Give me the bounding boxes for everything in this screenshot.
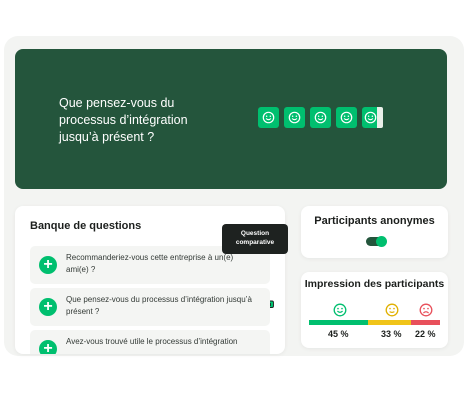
impression-segment-neutral [367, 320, 412, 325]
smiley-icon[interactable] [336, 107, 357, 128]
survey-question-preview: Que pensez-vous du processus d’intégrati… [15, 49, 447, 189]
happy-face-icon [333, 303, 347, 317]
toggle-knob [376, 236, 387, 247]
impression-segment-sad [411, 320, 440, 325]
sad-face-icon [419, 303, 433, 317]
impression-title: Impression des participants [304, 278, 445, 290]
question-bank-item-text: Que pensez-vous du processus d’intégrati… [66, 295, 252, 316]
smiley-icon[interactable] [362, 107, 383, 128]
question-bank-item-text: Avez-vous trouvé utile le processus d’in… [66, 337, 238, 346]
question-bank-title: Banque de questions [30, 220, 142, 232]
plus-icon[interactable]: + [39, 298, 57, 316]
neutral-face-icon [385, 303, 399, 317]
question-bank-item[interactable]: + Avez-vous trouvé utile le processus d’… [30, 330, 270, 354]
question-bank-item[interactable]: + Que pensez-vous du processus d’intégra… [30, 288, 270, 326]
plus-icon[interactable]: + [39, 256, 57, 274]
impression-percent-happy: 45 % [328, 329, 349, 339]
impression-bar [309, 320, 440, 325]
participant-impression-card: Impression des participants 45 % 33 % 22… [301, 272, 448, 348]
smiley-icon[interactable] [258, 107, 279, 128]
impression-percent-sad: 22 % [415, 329, 436, 339]
rating-scale [258, 107, 383, 128]
impression-segment-happy [309, 320, 368, 325]
question-comparative-tooltip: Question comparative [222, 224, 288, 254]
anonymous-toggle[interactable] [366, 236, 387, 247]
smiley-icon[interactable] [284, 107, 305, 128]
survey-question-text: Que pensez-vous du processus d’intégrati… [59, 96, 188, 144]
plus-icon[interactable]: + [39, 340, 57, 354]
anonymous-participants-card: Participants anonymes [301, 206, 448, 258]
smiley-icon[interactable] [310, 107, 331, 128]
impression-percent-neutral: 33 % [381, 329, 402, 339]
question-bank-item-text: Recommanderiez-vous cette entreprise à u… [66, 253, 234, 274]
anonymous-participants-title: Participants anonymes [314, 215, 435, 227]
